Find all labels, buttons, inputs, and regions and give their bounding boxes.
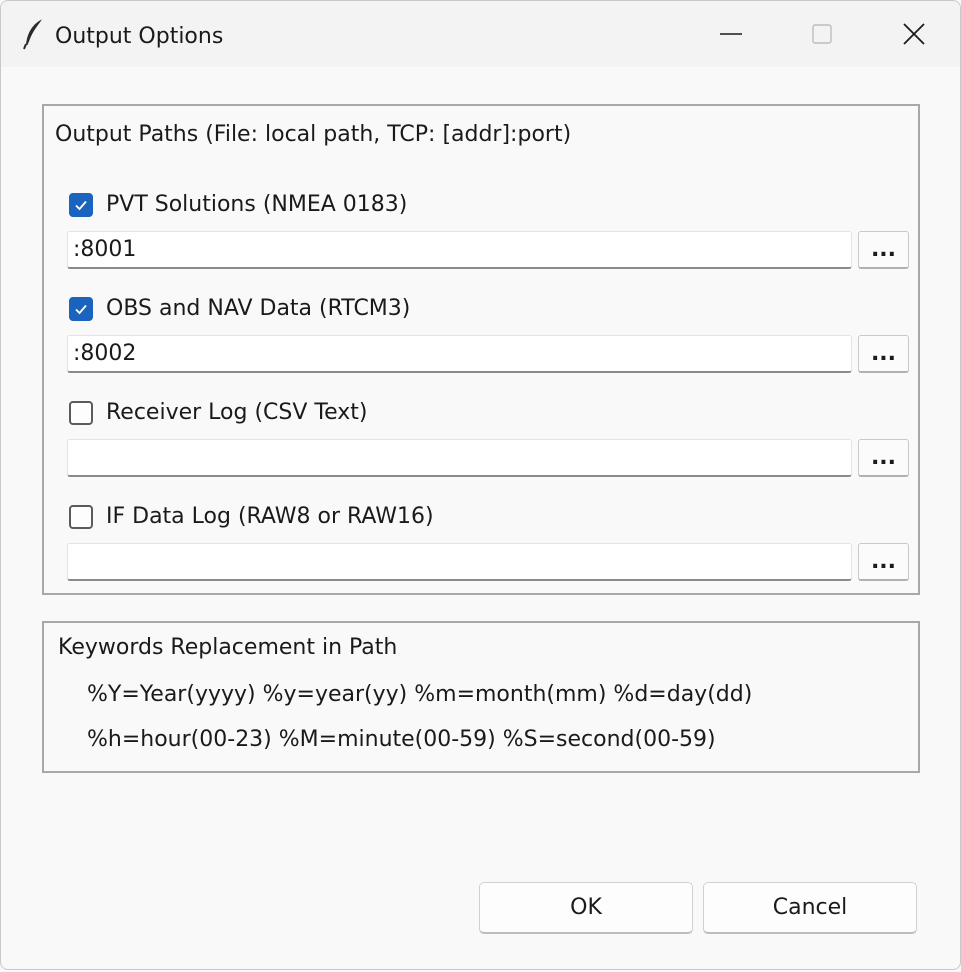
cancel-button[interactable]: Cancel (703, 882, 917, 934)
receiver-log-checkbox[interactable] (69, 401, 93, 425)
keywords-title: Keywords Replacement in Path (58, 635, 398, 660)
if-data-log-checkbox-row[interactable]: IF Data Log (RAW8 or RAW16) (69, 503, 434, 531)
obs-nav-data-label: OBS and NAV Data (RTCM3) (106, 296, 411, 321)
maximize-icon (812, 24, 832, 44)
if-data-log-checkbox[interactable] (69, 505, 93, 529)
output-options-dialog: Output Options Output Paths (File: local… (0, 0, 961, 970)
obs-nav-data-checkbox-row[interactable]: OBS and NAV Data (RTCM3) (69, 295, 410, 323)
obs-nav-data-checkbox[interactable] (69, 297, 93, 321)
output-paths-title: Output Paths (File: local path, TCP: [ad… (55, 122, 572, 147)
if-data-log-label: IF Data Log (RAW8 or RAW16) (106, 504, 434, 529)
maximize-button (777, 1, 867, 67)
receiver-log-browse-button[interactable]: ... (858, 439, 909, 477)
pvt-solutions-path-input[interactable] (67, 231, 852, 269)
minimize-icon (720, 33, 742, 35)
window-title: Output Options (55, 24, 224, 49)
keywords-line-time: %h=hour(00-23) %M=minute(00-59) %S=secon… (87, 727, 716, 752)
obs-nav-data-path-input[interactable] (67, 335, 852, 373)
ok-button[interactable]: OK (479, 882, 693, 934)
obs-nav-data-browse-button[interactable]: ... (858, 335, 909, 373)
close-icon (903, 23, 925, 45)
title-bar[interactable]: Output Options (1, 1, 960, 67)
receiver-log-label: Receiver Log (CSV Text) (106, 400, 368, 425)
feather-icon (23, 18, 44, 50)
pvt-solutions-browse-button[interactable]: ... (858, 231, 909, 269)
if-data-log-browse-button[interactable]: ... (858, 543, 909, 581)
pvt-solutions-checkbox-row[interactable]: PVT Solutions (NMEA 0183) (69, 191, 407, 219)
checkmark-icon (75, 304, 87, 315)
checkmark-icon (75, 200, 87, 211)
receiver-log-checkbox-row[interactable]: Receiver Log (CSV Text) (69, 399, 368, 427)
close-button[interactable] (869, 1, 959, 67)
minimize-button[interactable] (686, 1, 776, 67)
keywords-line-date: %Y=Year(yyyy) %y=year(yy) %m=month(mm) %… (87, 682, 753, 707)
receiver-log-path-input[interactable] (67, 439, 852, 477)
if-data-log-path-input[interactable] (67, 543, 852, 581)
pvt-solutions-checkbox[interactable] (69, 193, 93, 217)
pvt-solutions-label: PVT Solutions (NMEA 0183) (106, 192, 408, 217)
